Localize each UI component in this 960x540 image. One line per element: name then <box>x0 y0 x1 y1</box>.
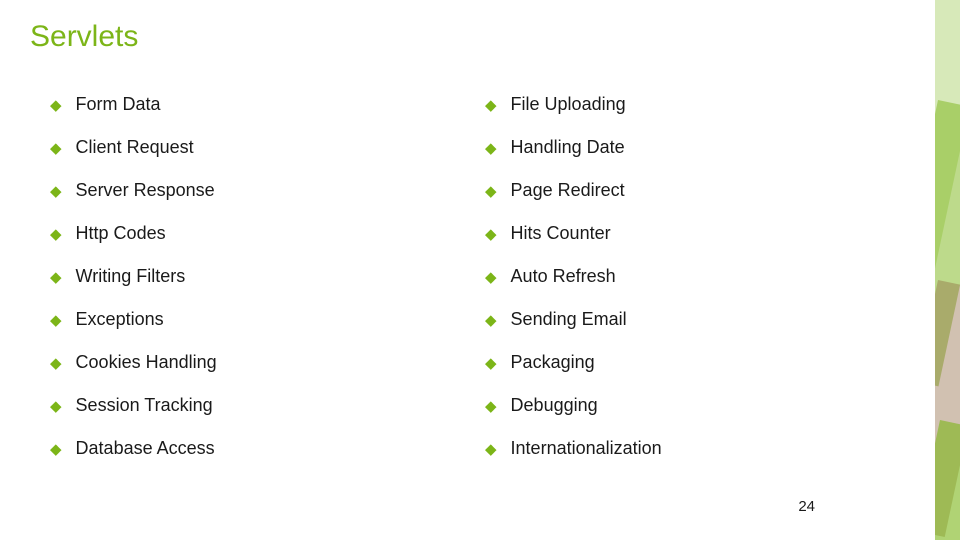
bullet-icon: ◆ <box>485 354 497 372</box>
item-label: Sending Email <box>511 309 627 330</box>
item-label: Hits Counter <box>511 223 611 244</box>
bullet-icon: ◆ <box>50 96 62 114</box>
list-item: ◆ Hits Counter <box>485 223 920 244</box>
list-item: ◆ Page Redirect <box>485 180 920 201</box>
slide-title: Servlets <box>30 20 920 54</box>
item-label: Debugging <box>511 395 598 416</box>
right-column: ◆ File Uploading ◆ Handling Date ◆ Page … <box>485 94 920 481</box>
bullet-icon: ◆ <box>50 354 62 372</box>
list-item: ◆ Handling Date <box>485 137 920 158</box>
bullet-icon: ◆ <box>50 311 62 329</box>
left-column: ◆ Form Data ◆ Client Request ◆ Server Re… <box>30 94 485 481</box>
decoration-bar <box>935 420 960 540</box>
list-item: ◆ Debugging <box>485 395 920 416</box>
bullet-icon: ◆ <box>50 440 62 458</box>
bullet-icon: ◆ <box>485 225 497 243</box>
item-label: Http Codes <box>76 223 166 244</box>
item-label: Cookies Handling <box>76 352 217 373</box>
item-label: Client Request <box>76 137 194 158</box>
bullet-icon: ◆ <box>50 225 62 243</box>
item-label: Server Response <box>76 180 215 201</box>
bullet-icon: ◆ <box>485 182 497 200</box>
item-label: Handling Date <box>511 137 625 158</box>
item-label: File Uploading <box>511 94 626 115</box>
list-item: ◆ Client Request <box>50 137 485 158</box>
bullet-icon: ◆ <box>485 440 497 458</box>
list-item: ◆ Server Response <box>50 180 485 201</box>
item-label: Session Tracking <box>76 395 213 416</box>
bullet-icon: ◆ <box>50 268 62 286</box>
item-label: Auto Refresh <box>511 266 616 287</box>
item-label: Database Access <box>76 438 215 459</box>
list-item: ◆ Sending Email <box>485 309 920 330</box>
bullet-icon: ◆ <box>50 139 62 157</box>
slide-container: Servlets ◆ Form Data ◆ Client Request ◆ … <box>0 0 960 540</box>
list-item: ◆ Cookies Handling <box>50 352 485 373</box>
item-label: Exceptions <box>76 309 164 330</box>
bullet-icon: ◆ <box>485 96 497 114</box>
bullet-icon: ◆ <box>485 139 497 157</box>
bullet-icon: ◆ <box>485 397 497 415</box>
list-item: ◆ Session Tracking <box>50 395 485 416</box>
list-item: ◆ Form Data <box>50 94 485 115</box>
list-item: ◆ Auto Refresh <box>485 266 920 287</box>
bullet-icon: ◆ <box>50 397 62 415</box>
list-item: ◆ File Uploading <box>485 94 920 115</box>
content-columns: ◆ Form Data ◆ Client Request ◆ Server Re… <box>30 94 920 481</box>
list-item: ◆ Http Codes <box>50 223 485 244</box>
item-label: Internationalization <box>511 438 662 459</box>
item-label: Page Redirect <box>511 180 625 201</box>
bullet-icon: ◆ <box>485 268 497 286</box>
item-label: Packaging <box>511 352 595 373</box>
bullet-icon: ◆ <box>50 182 62 200</box>
item-label: Writing Filters <box>76 266 186 287</box>
item-label: Form Data <box>76 94 161 115</box>
list-item: ◆ Internationalization <box>485 438 920 459</box>
list-item: ◆ Database Access <box>50 438 485 459</box>
slide-decoration <box>935 0 960 540</box>
list-item: ◆ Exceptions <box>50 309 485 330</box>
list-item: ◆ Writing Filters <box>50 266 485 287</box>
page-number: 24 <box>798 498 815 515</box>
bullet-icon: ◆ <box>485 311 497 329</box>
list-item: ◆ Packaging <box>485 352 920 373</box>
